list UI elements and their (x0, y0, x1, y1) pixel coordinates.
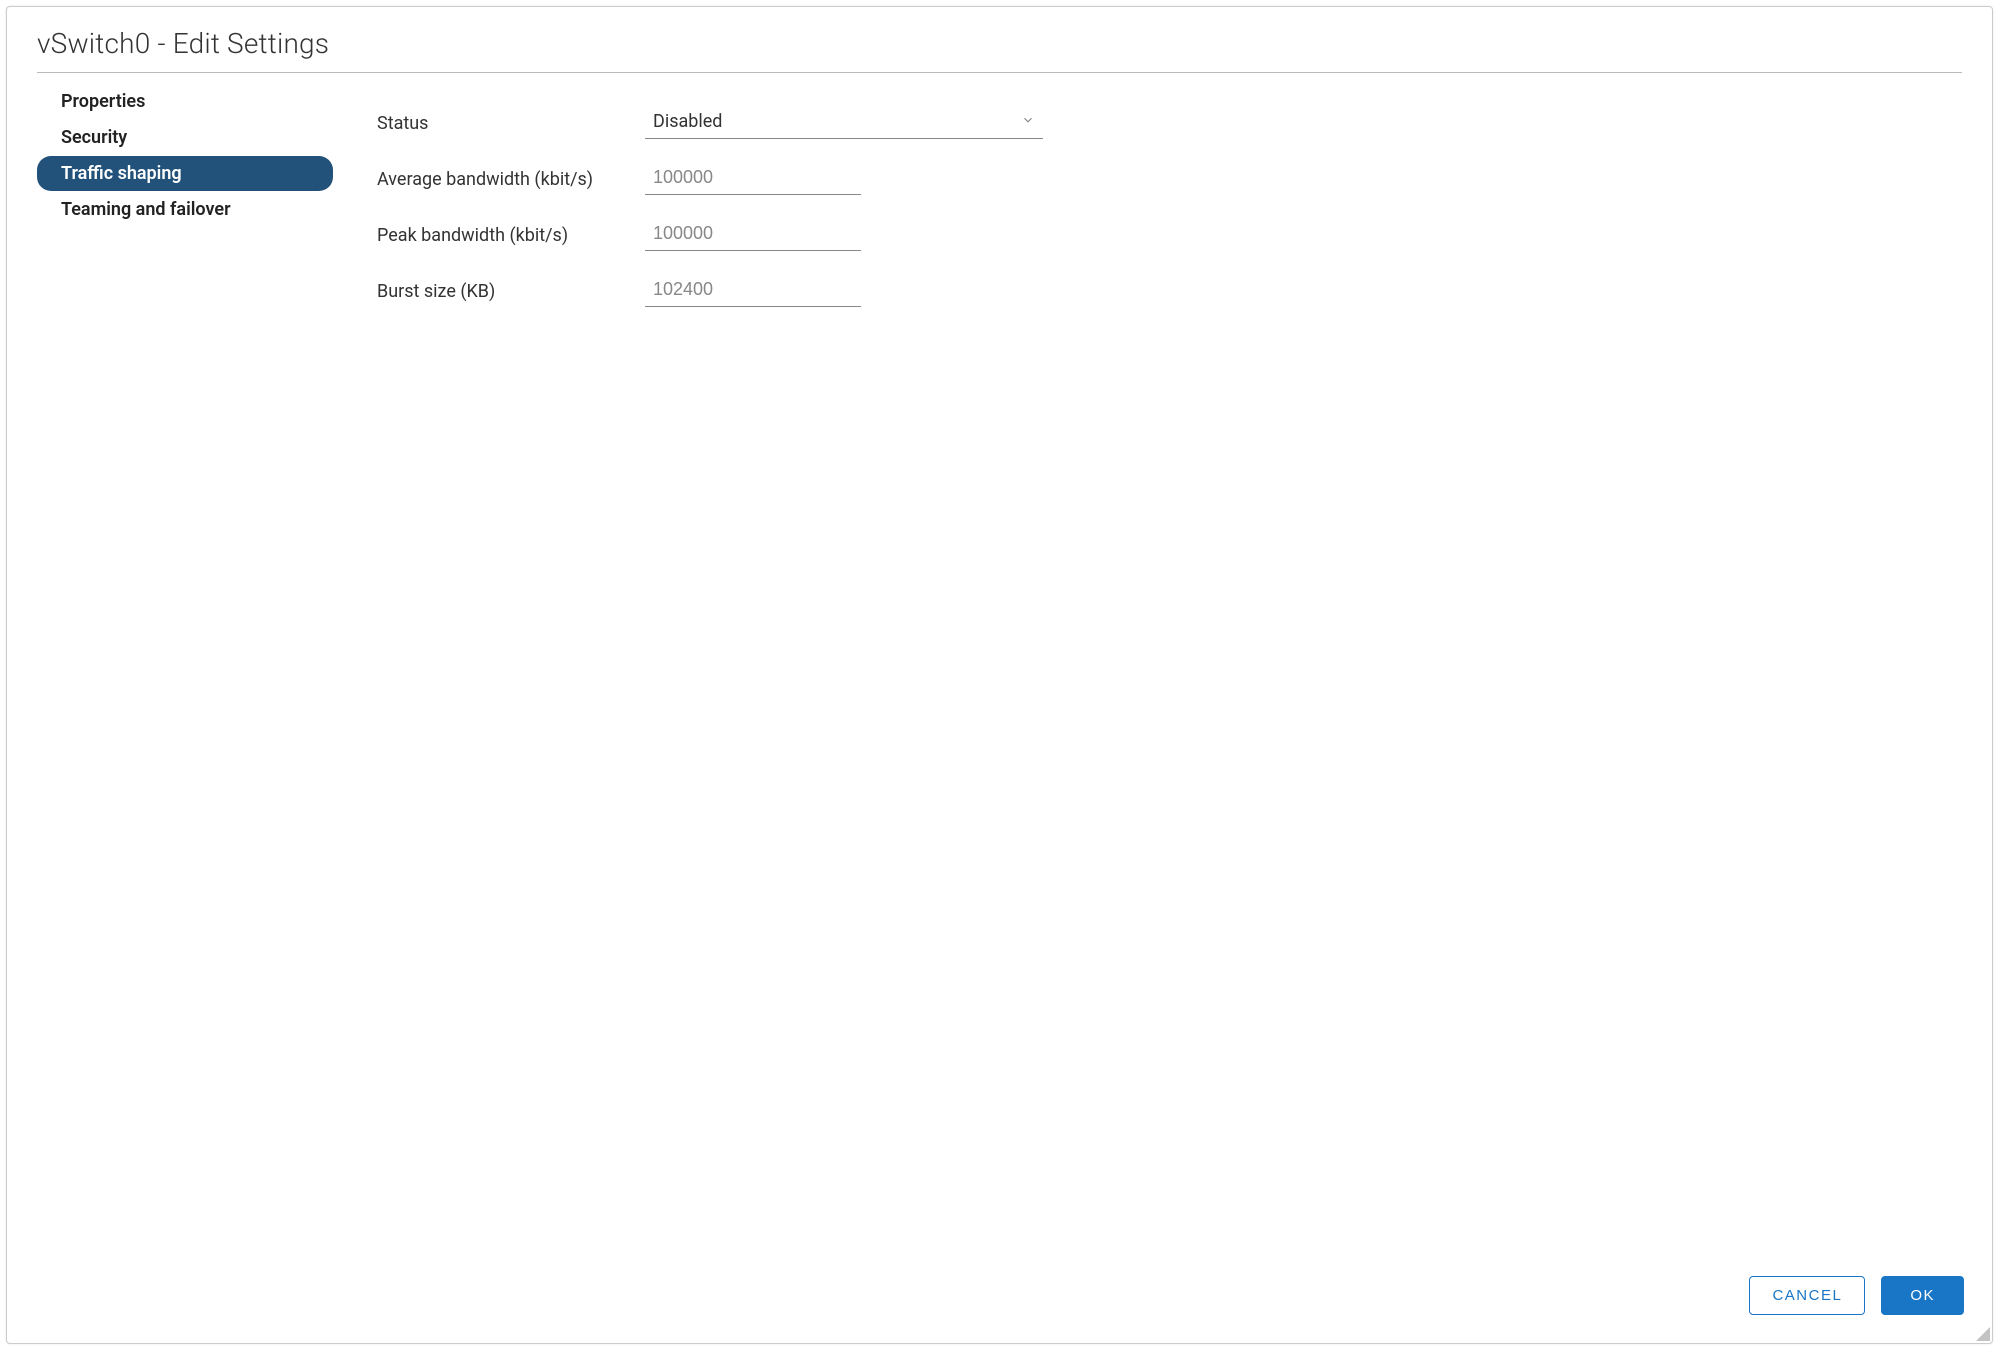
resize-handle-icon[interactable] (1976, 1327, 1990, 1341)
sidebar-item-traffic-shaping[interactable]: Traffic shaping (37, 156, 333, 191)
row-status: Status Disabled (377, 107, 1962, 139)
burst-size-input[interactable] (645, 275, 861, 307)
sidebar-item-label: Teaming and failover (61, 199, 231, 220)
row-average-bandwidth: Average bandwidth (kbit/s) (377, 163, 1962, 195)
label-burst-size: Burst size (KB) (377, 281, 645, 302)
sidebar-item-label: Security (61, 127, 127, 148)
average-bandwidth-input[interactable] (645, 163, 861, 195)
dialog-body: Properties Security Traffic shaping Team… (7, 73, 1992, 1260)
edit-settings-dialog: vSwitch0 - Edit Settings Properties Secu… (6, 6, 1993, 1344)
sidebar: Properties Security Traffic shaping Team… (37, 83, 333, 1260)
ok-button[interactable]: OK (1881, 1276, 1964, 1315)
label-average-bandwidth: Average bandwidth (kbit/s) (377, 169, 645, 190)
dialog-header: vSwitch0 - Edit Settings (7, 7, 1992, 72)
status-select[interactable]: Disabled (645, 107, 1043, 139)
form-content: Status Disabled Average bandwidth (kbit/… (333, 83, 1962, 1260)
row-peak-bandwidth: Peak bandwidth (kbit/s) (377, 219, 1962, 251)
dialog-footer: CANCEL OK (7, 1260, 1992, 1343)
chevron-down-icon (1021, 112, 1035, 131)
status-select-value: Disabled (653, 111, 722, 132)
cancel-button[interactable]: CANCEL (1749, 1276, 1865, 1315)
label-peak-bandwidth: Peak bandwidth (kbit/s) (377, 225, 645, 246)
label-status: Status (377, 113, 645, 134)
sidebar-item-label: Traffic shaping (61, 163, 182, 184)
sidebar-item-label: Properties (61, 91, 145, 112)
row-burst-size: Burst size (KB) (377, 275, 1962, 307)
sidebar-item-security[interactable]: Security (37, 120, 333, 155)
sidebar-item-properties[interactable]: Properties (37, 84, 333, 119)
dialog-title: vSwitch0 - Edit Settings (37, 27, 1962, 60)
peak-bandwidth-input[interactable] (645, 219, 861, 251)
sidebar-item-teaming-failover[interactable]: Teaming and failover (37, 192, 333, 227)
